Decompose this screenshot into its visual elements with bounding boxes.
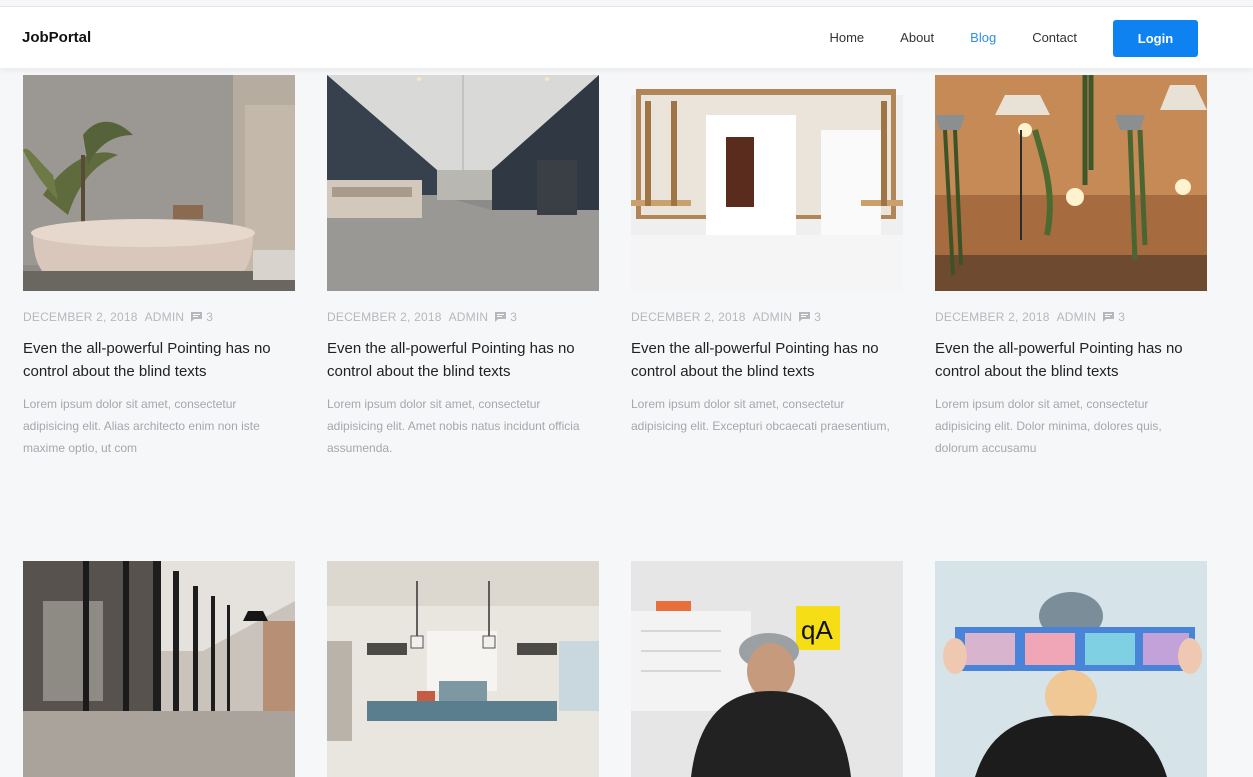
post-author[interactable]: ADMIN (145, 310, 185, 324)
comment-count[interactable]: 3 (1118, 310, 1125, 324)
post-title[interactable]: Even the all-powerful Pointing has no co… (935, 337, 1197, 383)
hanging-plants-lamps-photo (935, 75, 1207, 291)
blog-card: DECEMBER 2, 2018 ADMIN 3 Even the all-po… (23, 75, 295, 459)
brand-logo[interactable]: JobPortal (22, 29, 91, 46)
post-excerpt: Lorem ipsum dolor sit amet, consectetur … (935, 397, 1162, 455)
post-title[interactable]: Even the all-powerful Pointing has no co… (631, 337, 893, 383)
post-date[interactable]: DECEMBER 2, 2018 (935, 310, 1050, 324)
nav-about-link[interactable]: About (900, 19, 934, 57)
nav-links: Home About Blog Contact Login (829, 19, 1198, 57)
post-excerpt: Lorem ipsum dolor sit amet, consectetur … (631, 397, 890, 433)
man-whiteboard-photo: qA (631, 561, 903, 777)
comment-icon (495, 312, 507, 322)
post-image-prints[interactable] (935, 561, 1207, 777)
post-meta: DECEMBER 2, 2018 ADMIN 3 (23, 310, 295, 324)
woman-holding-prints-photo (935, 561, 1207, 777)
blog-card (327, 561, 599, 777)
comment-count[interactable]: 3 (814, 310, 821, 324)
login-button[interactable]: Login (1113, 19, 1198, 57)
post-author[interactable]: ADMIN (1057, 310, 1097, 324)
post-image-bathtub[interactable] (23, 75, 295, 291)
blog-card (935, 561, 1207, 777)
post-author[interactable]: ADMIN (449, 310, 489, 324)
nav-contact-link[interactable]: Contact (1032, 19, 1077, 57)
post-excerpt: Lorem ipsum dolor sit amet, consectetur … (327, 397, 580, 455)
comment-count[interactable]: 3 (510, 310, 517, 324)
post-excerpt: Lorem ipsum dolor sit amet, consectetur … (23, 397, 260, 455)
white-room-shelves-photo (631, 75, 903, 291)
comment-icon (191, 312, 203, 322)
blog-card (23, 561, 295, 777)
nav-blog-link[interactable]: Blog (970, 19, 996, 57)
post-image-plants[interactable] (935, 75, 1207, 291)
svg-text:qA: qA (801, 615, 833, 645)
post-meta: DECEMBER 2, 2018 ADMIN 3 (935, 310, 1207, 324)
post-image-glass-office[interactable] (23, 561, 295, 777)
post-image-kitchen[interactable] (327, 561, 599, 777)
blog-card: qA (631, 561, 903, 777)
comment-count[interactable]: 3 (206, 310, 213, 324)
blog-card: DECEMBER 2, 2018 ADMIN 3 Even the all-po… (327, 75, 599, 459)
office-corridor-photo (327, 75, 599, 291)
post-title[interactable]: Even the all-powerful Pointing has no co… (327, 337, 589, 383)
post-image-white-room[interactable] (631, 75, 903, 291)
post-author[interactable]: ADMIN (753, 310, 793, 324)
post-date[interactable]: DECEMBER 2, 2018 (327, 310, 442, 324)
post-title[interactable]: Even the all-powerful Pointing has no co… (23, 337, 285, 383)
post-image-whiteboard[interactable]: qA (631, 561, 903, 777)
navbar: JobPortal Home About Blog Contact Login (0, 7, 1253, 68)
kitchen-interior-photo (327, 561, 599, 777)
post-date[interactable]: DECEMBER 2, 2018 (23, 310, 138, 324)
bathroom-bathtub-photo (23, 75, 295, 291)
post-meta: DECEMBER 2, 2018 ADMIN 3 (631, 310, 903, 324)
post-image-corridor[interactable] (327, 75, 599, 291)
post-meta: DECEMBER 2, 2018 ADMIN 3 (327, 310, 599, 324)
blog-card: DECEMBER 2, 2018 ADMIN 3 Even the all-po… (935, 75, 1207, 459)
comment-icon (799, 312, 811, 322)
blog-card: DECEMBER 2, 2018 ADMIN 3 Even the all-po… (631, 75, 903, 437)
glass-office-photo (23, 561, 295, 777)
comment-icon (1103, 312, 1115, 322)
nav-home-link[interactable]: Home (829, 19, 864, 57)
post-date[interactable]: DECEMBER 2, 2018 (631, 310, 746, 324)
